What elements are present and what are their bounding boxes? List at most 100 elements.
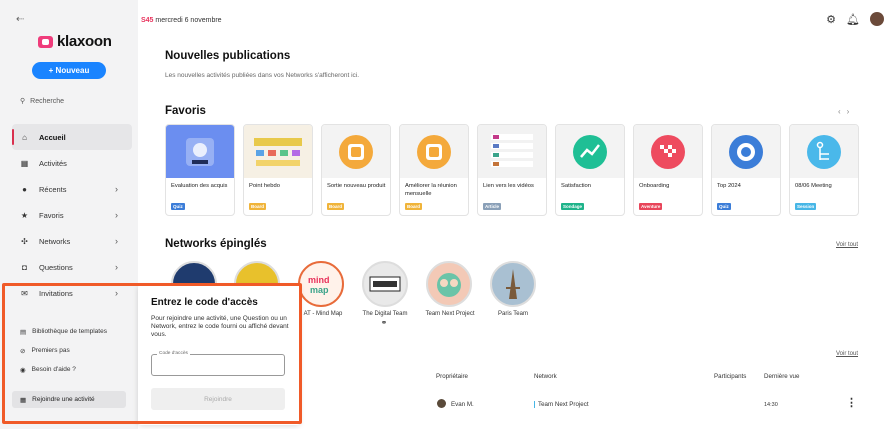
search-link[interactable]: ⚲ Recherche — [20, 97, 64, 106]
card-label: Onboarding — [639, 183, 670, 189]
favorite-card[interactable]: Onboarding Aventure — [633, 124, 703, 216]
network-avatar[interactable]: mind map — [298, 261, 344, 307]
more-options-icon[interactable]: ⋮ — [846, 396, 857, 409]
card-label: Satisfaction — [561, 183, 591, 189]
brand-name: klaxoon — [57, 33, 112, 50]
link-icon[interactable]: ⚭ — [378, 318, 390, 327]
card-label: Améliorer la réunion mensuelle — [405, 183, 457, 197]
logo[interactable]: klaxoon — [38, 33, 112, 50]
chevron-right-icon: › — [115, 236, 118, 246]
chevron-right-icon: › — [115, 210, 118, 220]
grid-icon: ▦ — [20, 158, 29, 168]
sidebar-item-recents[interactable]: ● Récents › — [12, 176, 132, 202]
favorite-card[interactable]: Sortie nouveau produit Board — [321, 124, 391, 216]
home-icon: ⌂ — [22, 132, 27, 142]
target-icon — [729, 134, 763, 169]
column-header-last-seen[interactable]: Dernière vue — [764, 373, 799, 380]
access-code-field[interactable]: Code d'accès — [151, 351, 285, 376]
settings-icon[interactable]: ⚙ — [826, 13, 836, 26]
network-avatar[interactable] — [490, 261, 536, 307]
column-header-owner[interactable]: Propriétaire — [436, 373, 468, 380]
sidebar-item-accueil[interactable]: ⌂ Accueil — [12, 124, 132, 150]
help-link[interactable]: ◉ Besoin d'aide ? — [20, 360, 107, 379]
week-number: S45 — [141, 17, 154, 24]
access-code-input[interactable] — [156, 360, 280, 372]
sidebar-item-label: Accueil — [39, 132, 66, 142]
sidebar-item-networks[interactable]: ✣ Networks › — [12, 228, 132, 254]
card-label: Sortie nouveau produit — [327, 183, 386, 189]
favorite-card[interactable]: 08/06 Meeting Session — [789, 124, 859, 216]
card-thumbnail — [556, 125, 624, 178]
favorite-card[interactable]: Evaluation des acquis Quiz — [165, 124, 235, 216]
network-label: Team Next Project — [425, 311, 475, 317]
column-header-participants[interactable]: Participants — [714, 373, 746, 380]
clock-icon: ● — [22, 184, 27, 194]
sidebar-item-favoris[interactable]: ★ Favoris › — [12, 202, 132, 228]
sidebar-item-label: Networks — [39, 236, 71, 246]
card-thumbnail — [634, 125, 702, 178]
chevron-right-icon: › — [115, 288, 118, 298]
owner-name: Evan M. — [451, 401, 474, 408]
card-thumbnail — [244, 125, 312, 178]
app: ⇠ klaxoon + Nouveau ⚲ Recherche ⌂ Accuei… — [0, 0, 894, 429]
sidebar-item-activites[interactable]: ▦ Activités — [12, 150, 132, 176]
favorite-card[interactable]: Point hebdo Board — [243, 124, 313, 216]
see-all-networks-link[interactable]: Voir tout — [836, 242, 858, 248]
search-label: Recherche — [30, 97, 64, 105]
board-preview-icon — [254, 137, 302, 166]
card-label: Top 2024 — [717, 183, 741, 189]
star-icon: ★ — [20, 210, 29, 220]
svg-text:mind: mind — [308, 275, 330, 285]
network-label: The Digital Team — [362, 311, 408, 317]
network-avatar[interactable] — [426, 261, 472, 307]
network-label: AT - Mind Map — [303, 311, 343, 317]
type-badge: Sondage — [561, 203, 585, 210]
column-header-network[interactable]: Network — [534, 373, 557, 380]
see-all-activities-link[interactable]: Voir tout — [836, 351, 858, 357]
first-steps-label: Premiers pas — [31, 347, 70, 354]
sidebar-item-invitations[interactable]: ✉ Invitations › — [12, 280, 132, 306]
svg-text:map: map — [310, 285, 329, 295]
join-activity-button[interactable]: ▦ Rejoindre une activité — [12, 391, 126, 408]
current-date: S45 mercredi 6 novembre — [141, 17, 222, 24]
first-steps-link[interactable]: ⊘ Premiers pas — [20, 341, 107, 360]
favorites-title: Favoris — [165, 105, 206, 117]
access-code-popover: Entrez le code d'accès Pour rejoindre un… — [138, 285, 300, 425]
compass-icon: ⊘ — [20, 347, 26, 355]
card-thumbnail — [790, 125, 858, 178]
favorite-card[interactable]: Satisfaction Sondage — [555, 124, 625, 216]
chevron-left-icon[interactable]: ‹ — [838, 107, 847, 116]
sidebar-item-label: Activités — [39, 158, 67, 168]
pinned-networks-title: Networks épinglés — [165, 238, 267, 250]
join-button[interactable]: Rejoindre — [151, 388, 285, 410]
card-thumbnail — [712, 125, 780, 178]
card-thumbnail — [478, 125, 546, 178]
network-avatar[interactable] — [362, 261, 408, 307]
favorite-card[interactable]: Lien vers les vidéos Article — [477, 124, 547, 216]
chevron-right-icon[interactable]: › — [847, 107, 856, 116]
favorite-card[interactable]: Top 2024 Quiz — [711, 124, 781, 216]
type-badge: Board — [405, 203, 423, 210]
favorite-card[interactable]: Améliorer la réunion mensuelle Board — [399, 124, 469, 216]
bottom-nav: ▤ Bibliothèque de templates ⊘ Premiers p… — [20, 322, 107, 379]
card-label: 08/06 Meeting — [795, 183, 832, 189]
templates-link[interactable]: ▤ Bibliothèque de templates — [20, 322, 107, 341]
paris-photo-icon — [506, 269, 520, 299]
network-tag[interactable]: Team Next Project — [534, 401, 589, 408]
sidebar-item-label: Invitations — [39, 288, 73, 298]
main-nav: ⌂ Accueil ▦ Activités ● Récents › ★ Favo… — [12, 124, 132, 306]
sidebar-item-questions[interactable]: ◘ Questions › — [12, 254, 132, 280]
sidebar-item-label: Favoris — [39, 210, 64, 220]
network-label: Paris Team — [498, 311, 528, 317]
templates-label: Bibliothèque de templates — [32, 328, 107, 335]
quiz-illustration-icon — [186, 137, 214, 166]
card-thumbnail — [166, 125, 234, 178]
type-badge: Board — [249, 203, 267, 210]
article-preview-icon — [491, 133, 533, 167]
new-button[interactable]: + Nouveau — [32, 62, 106, 79]
collapse-sidebar-icon[interactable]: ⇠ — [16, 14, 24, 25]
card-thumbnail — [322, 125, 390, 178]
bell-icon[interactable]: 🔔︎ — [846, 13, 860, 26]
board-icon — [339, 134, 373, 169]
avatar[interactable] — [870, 12, 884, 26]
